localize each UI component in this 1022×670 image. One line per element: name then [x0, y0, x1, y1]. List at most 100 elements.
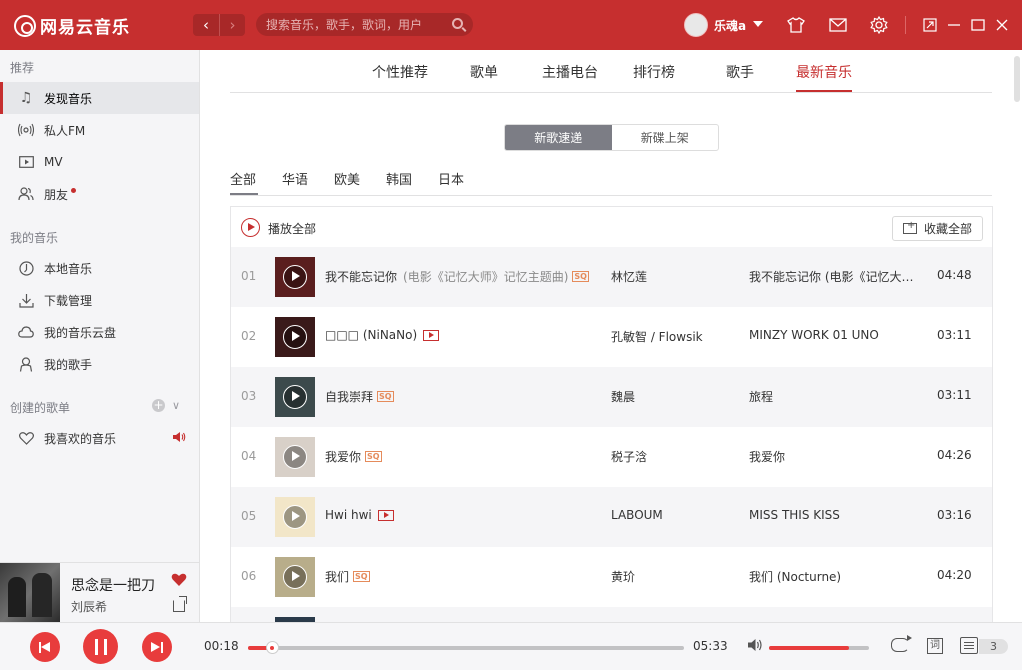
now-playing-cover[interactable]: [0, 563, 60, 623]
track-artist[interactable]: 黄玠: [611, 568, 635, 585]
user-avatar[interactable]: [684, 13, 708, 37]
play-all-button[interactable]: 播放全部: [268, 220, 316, 237]
filter-all[interactable]: 全部: [230, 169, 256, 188]
username[interactable]: 乐魂a: [714, 17, 746, 34]
filter-korean[interactable]: 韩国: [386, 169, 412, 188]
volume-icon[interactable]: [747, 638, 763, 656]
track-cover[interactable]: [275, 257, 315, 297]
play-icon[interactable]: [283, 445, 307, 469]
filter-japanese[interactable]: 日本: [438, 169, 464, 188]
table-row[interactable]: 04 我爱你 SQ 税子浛 我爱你 04:26: [231, 427, 992, 487]
search-input[interactable]: [266, 16, 446, 33]
tab-singers[interactable]: 歌手: [726, 62, 754, 82]
track-title[interactable]: □□□ (NiNaNo): [325, 328, 440, 342]
track-album[interactable]: 旅程: [749, 388, 919, 405]
track-artist[interactable]: 税子浛: [611, 448, 647, 465]
maximize-icon[interactable]: [967, 14, 989, 36]
scrollbar[interactable]: [1014, 56, 1020, 102]
filter-western[interactable]: 欧美: [334, 169, 360, 188]
sidebar-item-my-singers[interactable]: 我的歌手: [0, 348, 199, 380]
mv-badge-icon[interactable]: [377, 509, 394, 521]
tab-playlists[interactable]: 歌单: [470, 62, 498, 82]
current-time: 00:18: [204, 639, 239, 653]
table-row[interactable]: 03 自我崇拜 SQ 魏晨 旅程 03:11: [231, 367, 992, 427]
tab-personalized[interactable]: 个性推荐: [372, 62, 428, 82]
caret-down-icon[interactable]: [753, 21, 763, 27]
track-title[interactable]: 我爱你 SQ: [325, 448, 382, 465]
mini-mode-icon[interactable]: [919, 14, 941, 36]
track-cover[interactable]: [275, 377, 315, 417]
minimize-icon[interactable]: [943, 14, 965, 36]
loop-icon[interactable]: [891, 635, 912, 652]
track-title-text: 我们: [325, 570, 350, 584]
tab-radio[interactable]: 主播电台: [542, 62, 598, 82]
app-logo[interactable]: 网易云音乐: [14, 13, 130, 38]
sidebar-item-cloud[interactable]: 我的音乐云盘: [0, 316, 199, 348]
settings-gear-icon[interactable]: [868, 14, 890, 36]
sidebar-item-discover[interactable]: ♫ 发现音乐: [0, 82, 199, 114]
mv-badge-icon[interactable]: [423, 329, 440, 341]
mail-icon[interactable]: [827, 14, 849, 36]
forward-button[interactable]: ›: [219, 14, 245, 36]
track-album[interactable]: 我爱你: [749, 448, 919, 465]
progress-handle[interactable]: [265, 641, 279, 654]
pause-button[interactable]: [83, 629, 118, 664]
track-title[interactable]: 我们 SQ: [325, 568, 370, 585]
play-icon[interactable]: [283, 565, 307, 589]
previous-button[interactable]: [30, 632, 60, 662]
collect-all-button[interactable]: 收藏全部: [892, 216, 983, 241]
table-row[interactable]: 06 我们 SQ 黄玠 我们 (Nocturne) 04:20: [231, 547, 992, 607]
track-album[interactable]: 我不能忘记你 (电影《记忆大师》记忆主题曲): [749, 268, 919, 285]
play-icon[interactable]: [283, 265, 307, 289]
chevron-down-icon[interactable]: ∨: [172, 399, 180, 412]
segment-new-songs[interactable]: 新歌速递: [505, 125, 612, 150]
now-playing-panel[interactable]: 思念是一把刀 刘辰希: [0, 562, 200, 623]
track-album[interactable]: MINZY WORK 01 UNO: [749, 328, 919, 342]
track-album[interactable]: MISS THIS KISS: [749, 508, 919, 522]
track-artist[interactable]: LABOUM: [611, 508, 663, 522]
track-cover[interactable]: [275, 557, 315, 597]
sidebar-item-liked-music[interactable]: 我喜欢的音乐: [0, 422, 199, 454]
tab-charts[interactable]: 排行榜: [633, 62, 675, 82]
sidebar-item-local-music[interactable]: 本地音乐: [0, 252, 199, 284]
sidebar-item-fm[interactable]: 私人FM: [0, 114, 199, 146]
track-title[interactable]: Hwi hwi: [325, 508, 394, 522]
next-button[interactable]: [142, 632, 172, 662]
playlist-queue-icon[interactable]: [960, 637, 978, 654]
play-icon[interactable]: [283, 385, 307, 409]
share-icon[interactable]: [173, 596, 187, 612]
play-icon[interactable]: [283, 325, 307, 349]
track-artist[interactable]: 孔敏智 / Flowsik: [611, 328, 703, 345]
filter-chinese[interactable]: 华语: [282, 169, 308, 188]
play-icon[interactable]: [283, 505, 307, 529]
lyrics-icon[interactable]: 词: [927, 638, 943, 654]
progress-slider[interactable]: [248, 641, 684, 654]
heart-filled-icon[interactable]: [171, 572, 187, 591]
track-artist[interactable]: 魏晨: [611, 388, 635, 405]
track-cover[interactable]: [275, 437, 315, 477]
sidebar-item-friends[interactable]: 朋友: [0, 178, 199, 210]
add-playlist-icon[interactable]: +: [152, 399, 165, 412]
segment-new-albums[interactable]: 新碟上架: [612, 125, 719, 150]
track-album[interactable]: 我们 (Nocturne): [749, 568, 919, 585]
back-button[interactable]: ‹: [193, 14, 219, 36]
now-playing-artist[interactable]: 刘辰希: [71, 598, 107, 615]
track-artist[interactable]: 林忆莲: [611, 268, 647, 285]
track-cover[interactable]: [275, 317, 315, 357]
table-row[interactable]: 05 Hwi hwi LABOUM MISS THIS KISS 03:16: [231, 487, 992, 547]
play-circle-icon[interactable]: [241, 218, 260, 237]
track-title[interactable]: 我不能忘记你 (电影《记忆大师》记忆主题曲) SQ: [325, 268, 589, 285]
sidebar-item-downloads[interactable]: 下载管理: [0, 284, 199, 316]
track-title[interactable]: 自我崇拜 SQ: [325, 388, 394, 405]
tab-new-music[interactable]: 最新音乐: [796, 62, 852, 82]
volume-slider[interactable]: [769, 646, 869, 650]
skin-icon[interactable]: [785, 14, 807, 36]
queue-count[interactable]: 3: [979, 639, 1008, 654]
search-icon[interactable]: [452, 18, 463, 29]
table-row[interactable]: 01 我不能忘记你 (电影《记忆大师》记忆主题曲) SQ 林忆莲 我不能忘记你 …: [231, 247, 992, 307]
close-icon[interactable]: [991, 14, 1013, 36]
table-row[interactable]: 02 □□□ (NiNaNo) 孔敏智 / Flowsik MINZY WORK…: [231, 307, 992, 367]
track-cover[interactable]: [275, 497, 315, 537]
sidebar-item-mv[interactable]: MV: [0, 146, 199, 178]
sq-badge-icon: SQ: [377, 391, 394, 402]
